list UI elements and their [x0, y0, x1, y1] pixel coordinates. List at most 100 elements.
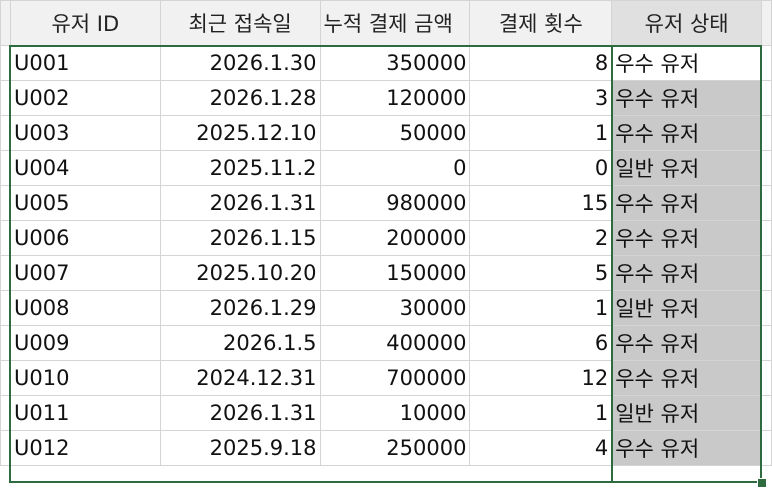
cell-payment-count[interactable]: 4: [469, 430, 613, 466]
header-total-payment[interactable]: 누적 결제 금액: [319, 0, 471, 46]
right-edge-cell[interactable]: [760, 325, 772, 361]
cell-user-status[interactable]: 일반 유저: [611, 290, 762, 326]
cell-user-id[interactable]: U006: [9, 220, 161, 256]
cell-last-login[interactable]: 2025.9.18: [159, 430, 321, 466]
table-row: U007 2025.10.20 150000 5 우수 유저: [0, 255, 772, 291]
right-edge-cell[interactable]: [760, 45, 772, 81]
cell-last-login[interactable]: 2026.1.31: [159, 185, 321, 221]
cell-payment-count[interactable]: 15: [469, 185, 613, 221]
cell-total-payment[interactable]: 400000: [319, 325, 471, 361]
cell-user-id[interactable]: U001: [9, 45, 161, 81]
left-edge-cell[interactable]: [0, 115, 11, 151]
cell-user-id[interactable]: U008: [9, 290, 161, 326]
left-edge-cell[interactable]: [0, 325, 11, 361]
right-edge-cell[interactable]: [760, 360, 772, 396]
right-edge-cell[interactable]: [760, 80, 772, 116]
cell-user-id[interactable]: U005: [9, 185, 161, 221]
table-row: U001 2026.1.30 350000 8 우수 유저: [0, 45, 772, 81]
right-edge-cell[interactable]: [760, 0, 772, 46]
cell-user-id[interactable]: U012: [9, 430, 161, 466]
header-payment-count[interactable]: 결제 횟수: [469, 0, 613, 46]
left-edge-cell[interactable]: [0, 185, 11, 221]
left-edge-cell[interactable]: [0, 45, 11, 81]
cell-total-payment[interactable]: 250000: [319, 430, 471, 466]
left-edge-cell[interactable]: [0, 290, 11, 326]
cell-total-payment[interactable]: 350000: [319, 45, 471, 81]
left-edge-cell[interactable]: [0, 0, 11, 46]
left-edge-cell[interactable]: [0, 80, 11, 116]
cell-payment-count[interactable]: 12: [469, 360, 613, 396]
cell-user-status[interactable]: 우수 유저: [611, 185, 762, 221]
right-edge-cell[interactable]: [760, 395, 772, 431]
cell-user-status[interactable]: 우수 유저: [611, 255, 762, 291]
right-edge-cell[interactable]: [760, 430, 772, 466]
cell-total-payment[interactable]: 0: [319, 150, 471, 186]
cell-total-payment[interactable]: 150000: [319, 255, 471, 291]
table-row: U011 2026.1.31 10000 1 일반 유저: [0, 395, 772, 431]
cell-last-login[interactable]: 2026.1.30: [159, 45, 321, 81]
cell-payment-count[interactable]: 3: [469, 80, 613, 116]
right-edge-cell[interactable]: [760, 150, 772, 186]
table-row: U002 2026.1.28 120000 3 우수 유저: [0, 80, 772, 116]
cell-user-status[interactable]: 우수 유저: [611, 45, 762, 81]
cell-user-id[interactable]: U010: [9, 360, 161, 396]
cell-user-status[interactable]: 우수 유저: [611, 80, 762, 116]
cell-user-id[interactable]: U003: [9, 115, 161, 151]
cell-last-login[interactable]: 2026.1.31: [159, 395, 321, 431]
right-edge-cell[interactable]: [760, 115, 772, 151]
cell-payment-count[interactable]: 5: [469, 255, 613, 291]
left-edge-cell[interactable]: [0, 220, 11, 256]
left-edge-cell[interactable]: [0, 150, 11, 186]
cell-total-payment[interactable]: 700000: [319, 360, 471, 396]
cell-last-login[interactable]: 2024.12.31: [159, 360, 321, 396]
cell-user-id[interactable]: U009: [9, 325, 161, 361]
cell-user-status[interactable]: 일반 유저: [611, 395, 762, 431]
right-edge-cell[interactable]: [760, 290, 772, 326]
fill-handle[interactable]: [757, 478, 767, 488]
cell-user-id[interactable]: U004: [9, 150, 161, 186]
cell-user-status[interactable]: 우수 유저: [611, 430, 762, 466]
cell-user-status[interactable]: 우수 유저: [611, 360, 762, 396]
left-edge-cell[interactable]: [0, 360, 11, 396]
cell-user-id[interactable]: U007: [9, 255, 161, 291]
cell-payment-count[interactable]: 8: [469, 45, 613, 81]
cell-payment-count[interactable]: 1: [469, 290, 613, 326]
cell-total-payment[interactable]: 200000: [319, 220, 471, 256]
cell-total-payment[interactable]: 50000: [319, 115, 471, 151]
header-last-login[interactable]: 최근 접속일: [159, 0, 321, 46]
cell-last-login[interactable]: 2025.12.10: [159, 115, 321, 151]
right-edge-cell[interactable]: [760, 255, 772, 291]
cell-last-login[interactable]: 2025.11.2: [159, 150, 321, 186]
table-row: U009 2026.1.5 400000 6 우수 유저: [0, 325, 772, 361]
cell-payment-count[interactable]: 2: [469, 220, 613, 256]
left-edge-cell[interactable]: [0, 255, 11, 291]
spreadsheet-grid: 유저 ID 최근 접속일 누적 결제 금액 결제 횟수 유저 상태 U001 20…: [0, 0, 772, 466]
cell-user-status[interactable]: 일반 유저: [611, 150, 762, 186]
right-edge-cell[interactable]: [760, 185, 772, 221]
header-user-status[interactable]: 유저 상태: [611, 0, 762, 47]
table-row: U003 2025.12.10 50000 1 우수 유저: [0, 115, 772, 151]
cell-total-payment[interactable]: 10000: [319, 395, 471, 431]
cell-total-payment[interactable]: 120000: [319, 80, 471, 116]
cell-total-payment[interactable]: 30000: [319, 290, 471, 326]
left-edge-cell[interactable]: [0, 430, 11, 466]
cell-user-status[interactable]: 우수 유저: [611, 325, 762, 361]
table-row: U005 2026.1.31 980000 15 우수 유저: [0, 185, 772, 221]
cell-payment-count[interactable]: 1: [469, 115, 613, 151]
cell-last-login[interactable]: 2026.1.29: [159, 290, 321, 326]
cell-user-id[interactable]: U002: [9, 80, 161, 116]
cell-user-status[interactable]: 우수 유저: [611, 115, 762, 151]
cell-last-login[interactable]: 2026.1.5: [159, 325, 321, 361]
cell-last-login[interactable]: 2026.1.28: [159, 80, 321, 116]
cell-payment-count[interactable]: 1: [469, 395, 613, 431]
cell-payment-count[interactable]: 0: [469, 150, 613, 186]
left-edge-cell[interactable]: [0, 395, 11, 431]
cell-total-payment[interactable]: 980000: [319, 185, 471, 221]
cell-user-id[interactable]: U011: [9, 395, 161, 431]
cell-payment-count[interactable]: 6: [469, 325, 613, 361]
cell-last-login[interactable]: 2025.10.20: [159, 255, 321, 291]
right-edge-cell[interactable]: [760, 220, 772, 256]
cell-last-login[interactable]: 2026.1.15: [159, 220, 321, 256]
cell-user-status[interactable]: 우수 유저: [611, 220, 762, 256]
header-user-id[interactable]: 유저 ID: [9, 0, 161, 46]
